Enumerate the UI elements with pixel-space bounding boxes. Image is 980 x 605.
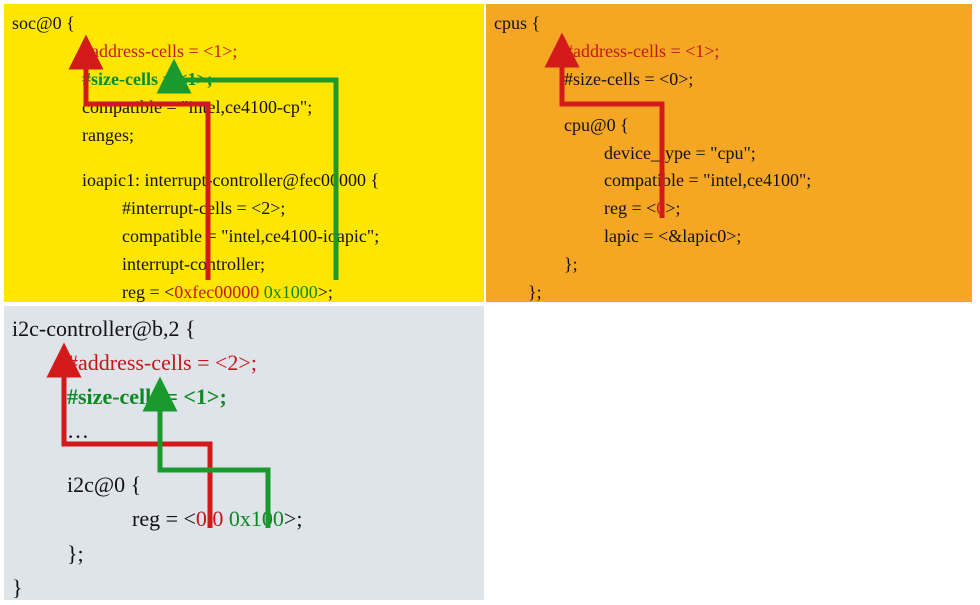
- cpus-size-cells: #size-cells = <0>;: [494, 66, 964, 94]
- i2c-close: };: [12, 537, 476, 571]
- ioapic-interrupt-cells: #interrupt-cells = <2>;: [12, 195, 476, 223]
- soc-header: soc@0 {: [12, 10, 476, 38]
- cpus-address-cells: #address-cells = <1>;: [494, 38, 964, 66]
- cpu-device-type: device_type = "cpu";: [494, 140, 964, 168]
- ioapic-reg: reg = <0xfec00000 0x1000>;: [12, 279, 476, 307]
- i2c-reg: reg = <0 0 0x100>;: [12, 502, 476, 536]
- cpu-lapic: lapic = <&lapic0>;: [494, 223, 964, 251]
- cpu-node-header: cpu@0 {: [494, 112, 964, 140]
- panel-i2c: i2c-controller@b,2 { #address-cells = <2…: [4, 306, 484, 600]
- ioapic-header: ioapic1: interrupt-controller@fec00000 {: [12, 167, 476, 195]
- soc-compatible: compatible = "intel,ce4100-cp";: [12, 94, 476, 122]
- panel-cpus: cpus { #address-cells = <1>; #size-cells…: [486, 4, 972, 302]
- ioapic-interrupt-controller: interrupt-controller;: [12, 251, 476, 279]
- i2c-controller-close: }: [12, 571, 476, 605]
- soc-address-cells: #address-cells = <1>;: [12, 38, 476, 66]
- i2c-size-cells: #size-cells = <1>;: [12, 380, 476, 414]
- blank-line: [12, 448, 476, 468]
- soc-ranges: ranges;: [12, 122, 476, 150]
- soc-size-cells: #size-cells = <1>;: [12, 66, 476, 94]
- cpu-reg: reg = <0>;: [494, 195, 964, 223]
- cpu-compatible: compatible = "intel,ce4100";: [494, 167, 964, 195]
- i2c-address-cells: #address-cells = <2>;: [12, 346, 476, 380]
- blank-line: [12, 149, 476, 167]
- ioapic-compatible: compatible = "intel,ce4100-ioapic";: [12, 223, 476, 251]
- blank-line: [494, 94, 964, 112]
- panel-soc: soc@0 { #address-cells = <1>; #size-cell…: [4, 4, 484, 302]
- i2c-controller-header: i2c-controller@b,2 {: [12, 312, 476, 346]
- cpus-close: };: [494, 279, 964, 307]
- cpu-close: };: [494, 251, 964, 279]
- i2c-node-header: i2c@0 {: [12, 468, 476, 502]
- ellipsis: …: [12, 414, 476, 448]
- cpus-header: cpus {: [494, 10, 964, 38]
